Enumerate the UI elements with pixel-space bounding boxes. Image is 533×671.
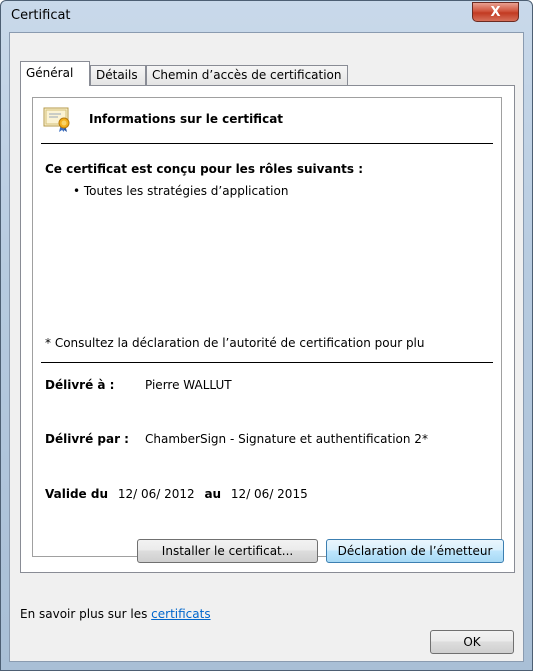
issuer-statement-button[interactable]: Déclaration de l’émetteur	[326, 539, 504, 563]
valid-from-label: Valide du	[45, 487, 108, 501]
close-icon: X	[490, 4, 501, 20]
valid-to-date[interactable]: 12/ 06/ 2015	[231, 487, 308, 501]
window-title: Certificat	[11, 8, 71, 23]
tab-certification-path[interactable]: Chemin d’accès de certification	[146, 65, 348, 85]
tab-certification-path-label: Chemin d’accès de certification	[152, 68, 342, 82]
tab-details[interactable]: Détails	[90, 65, 146, 85]
title-bar[interactable]: Certificat X	[1, 1, 532, 31]
certificate-dialog: Certificat X Général Détails Chemin d’ac…	[0, 0, 533, 671]
certificate-icon	[43, 107, 70, 132]
issuer-statement-label: Déclaration de l’émetteur	[337, 544, 493, 558]
validity-line: Valide du 12/ 06/ 2012 au 12/ 06/ 2015	[45, 487, 308, 501]
issued-to-label: Délivré à :	[45, 378, 115, 392]
issued-by-label: Délivré par :	[45, 432, 129, 446]
info-heading: Informations sur le certificat	[89, 112, 284, 126]
valid-from-date[interactable]: 12/ 06/ 2012	[118, 487, 195, 501]
cps-note: * Consultez la déclaration de l’autorité…	[45, 336, 425, 350]
close-button[interactable]: X	[472, 2, 519, 22]
certificates-link[interactable]: certificats	[151, 607, 210, 621]
issued-to-value[interactable]: Pierre WALLUT	[145, 378, 232, 392]
purpose-list-item: • Toutes les stratégies d’application	[73, 184, 289, 198]
dialog-client-area: Général Détails Chemin d’accès de certif…	[9, 32, 524, 662]
tab-general-label: Général	[26, 66, 74, 80]
install-certificate-label: Installer le certificat...	[161, 544, 294, 558]
tab-details-label: Détails	[96, 68, 138, 82]
learn-more-text: En savoir plus sur les certificats	[20, 607, 211, 621]
ok-label: OK	[463, 635, 481, 649]
tab-general[interactable]: Général	[20, 61, 90, 86]
issued-by-value[interactable]: ChamberSign - Signature et authentificat…	[145, 432, 428, 446]
learn-more-prefix: En savoir plus sur les	[20, 607, 152, 621]
details-divider	[41, 362, 493, 363]
heading-divider	[41, 143, 493, 144]
valid-to-label: au	[204, 487, 222, 501]
certificate-info-box: Informations sur le certificat Ce certif…	[32, 97, 502, 557]
install-certificate-button[interactable]: Installer le certificat...	[137, 539, 318, 563]
purposes-title: Ce certificat est conçu pour les rôles s…	[45, 162, 363, 176]
ok-button[interactable]: OK	[430, 630, 514, 654]
